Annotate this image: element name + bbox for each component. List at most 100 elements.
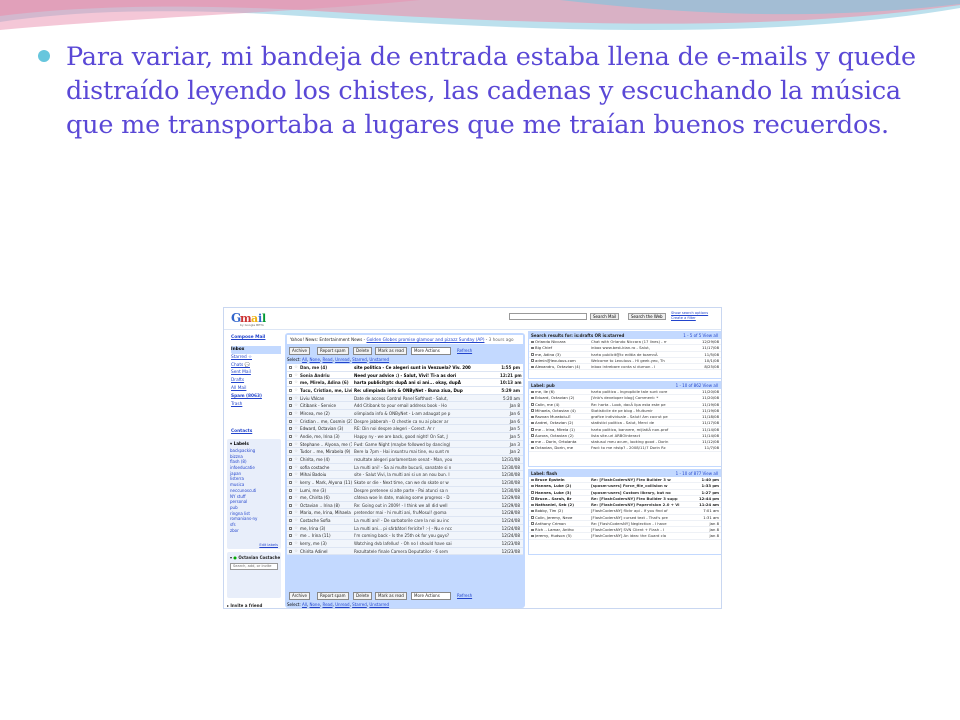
star-icon[interactable]: ☆ (294, 433, 298, 440)
star-icon[interactable]: ☆ (294, 509, 298, 516)
star-icon[interactable]: ☆ (294, 395, 298, 402)
row-checkbox[interactable] (531, 359, 534, 362)
panel-row[interactable]: Jeremy, Hudson (5) [FlashCodersNY] An ide… (529, 533, 721, 540)
star-icon[interactable]: ☆ (294, 402, 298, 409)
select-all-link[interactable]: All (302, 602, 307, 607)
report-spam-button[interactable]: Report spam (317, 347, 349, 355)
message-row[interactable]: ☆ Lumi, me (3) Despre pretenee si alte par… (287, 486, 523, 495)
message-row[interactable]: ☆ Stephane .. Alyona, me (10) Fwd: Game Ni… (287, 440, 523, 449)
row-checkbox[interactable] (531, 403, 534, 406)
message-row[interactable]: ☆ Mircea, me (2) olimpiada info & ONByNet … (287, 409, 523, 418)
message-row[interactable]: ☆ kerry, me (3) Watching dvb lafellus! - O… (287, 540, 523, 548)
refresh-link[interactable]: Refresh (457, 593, 472, 599)
select-none-link[interactable]: None (309, 357, 319, 362)
row-checkbox[interactable] (289, 488, 292, 492)
row-checkbox[interactable] (289, 404, 292, 408)
star-icon[interactable]: ☆ (294, 471, 298, 478)
message-row[interactable]: ☆ me, Chirita (6) câteva woe în date, maki… (287, 494, 523, 502)
select-starred-link[interactable]: Starred (352, 357, 367, 362)
label-item[interactable]: zbor (230, 528, 257, 534)
row-checkbox[interactable] (289, 465, 292, 469)
message-row[interactable]: ☆ Cristian .. me, Cosmin (21) Despre jabbe… (287, 417, 523, 426)
star-icon[interactable]: ☆ (294, 464, 298, 471)
nav-item-trash[interactable]: Trash (231, 401, 281, 409)
message-row[interactable]: ☆ Liviu Vâlcan Date de access Control Pane… (287, 394, 523, 403)
panel-count[interactable]: 1 - 10 of 877 View all (676, 470, 718, 477)
row-checkbox[interactable] (531, 446, 534, 450)
contacts-link[interactable]: Contacts (231, 429, 252, 434)
mark-read-button[interactable]: Mark as read (375, 592, 407, 600)
row-checkbox[interactable] (289, 519, 292, 523)
mark-read-button[interactable]: Mark as read (375, 347, 407, 355)
chat-search-input[interactable]: Search, add, or invite (230, 563, 278, 570)
panel-row[interactable]: Octavian, Dorin, me Fwd: to me ntstp? - 2… (529, 445, 721, 452)
star-icon[interactable]: ☆ (294, 387, 298, 394)
select-none-link[interactable]: None (309, 602, 319, 607)
panel-count[interactable]: 1 - 5 of 5 View all (683, 332, 718, 339)
select-unstarred-link[interactable]: Unstarred (369, 602, 389, 607)
search-input[interactable] (509, 313, 587, 320)
message-row[interactable]: ☆ me .. Irina (11) I'm coming back - Is th… (287, 532, 523, 541)
star-icon[interactable]: ☆ (294, 494, 298, 501)
message-row[interactable]: ☆ Mihai Badoiu site - Salut Vivi, la multi… (287, 471, 523, 479)
star-icon[interactable]: ☆ (294, 448, 298, 455)
nav-item-chats[interactable]: Chats 💬 (231, 362, 281, 370)
select-unread-link[interactable]: Unread (335, 357, 349, 362)
labels-header[interactable]: ▾ Labels (230, 441, 249, 446)
message-row[interactable]: ☆ Chirita, me (4) rezultate alegeri parlam… (287, 455, 523, 464)
row-checkbox[interactable] (289, 388, 292, 392)
message-row[interactable]: ☆ Edward, Octavian (3) RE: Din noi despre … (287, 425, 523, 433)
nav-item-starred[interactable]: Starred ☆ (231, 354, 281, 362)
star-icon[interactable]: ☆ (294, 372, 298, 379)
label-item[interactable]: backpacking (230, 448, 257, 454)
row-checkbox[interactable] (289, 442, 292, 446)
row-checkbox[interactable] (531, 415, 534, 419)
star-icon[interactable]: ☆ (294, 532, 298, 539)
message-row[interactable]: ☆Tucu, Cristian, me, Liviu (4)Re: ulimpi… (287, 386, 523, 395)
star-icon[interactable]: ☆ (294, 425, 298, 432)
row-checkbox[interactable] (289, 549, 292, 553)
row-checkbox[interactable] (531, 409, 534, 412)
message-row[interactable]: ☆ kerry .. Mark, Alyona (11) Skate or die … (287, 478, 523, 487)
message-row[interactable]: ☆ sofia costache La multi ani! - Sa ai mul… (287, 463, 523, 472)
row-checkbox[interactable] (531, 340, 534, 344)
panel-row[interactable]: Alexandru, Octavian (4) inbox intrebare c… (529, 364, 721, 371)
select-starred-link[interactable]: Starred (352, 602, 367, 607)
row-checkbox[interactable] (289, 496, 292, 500)
star-icon[interactable]: ☆ (294, 540, 298, 547)
row-checkbox[interactable] (289, 457, 292, 461)
row-checkbox[interactable] (289, 534, 292, 538)
select-unstarred-link[interactable]: Unstarred (369, 357, 389, 362)
nav-item-spam[interactable]: Spam (8063) (231, 393, 281, 401)
message-row[interactable]: ☆ Dan, me (4) site politica - Ce alegeri s… (287, 364, 523, 372)
select-read-link[interactable]: Read (322, 357, 332, 362)
message-row[interactable]: ☆ Tudor .. me, Mirabela (9) Bere la 7pm - … (287, 448, 523, 456)
search-mail-button[interactable]: Search Mail (590, 313, 620, 320)
row-checkbox[interactable] (531, 509, 534, 513)
more-actions-select[interactable]: More Actions (411, 592, 451, 600)
star-icon[interactable]: ☆ (294, 548, 298, 555)
message-row[interactable]: ☆ me, Irina (3) La multi ani... pi sãrbãto… (287, 524, 523, 533)
search-web-button[interactable]: Search the Web (628, 313, 666, 320)
nav-item-all-mail[interactable]: All Mail (231, 385, 281, 393)
row-checkbox[interactable] (289, 427, 292, 431)
row-checkbox[interactable] (531, 396, 534, 400)
star-icon[interactable]: ☆ (294, 364, 298, 371)
row-checkbox[interactable] (289, 396, 292, 400)
row-checkbox[interactable] (289, 373, 292, 377)
row-checkbox[interactable] (531, 534, 534, 538)
row-checkbox[interactable] (531, 497, 534, 500)
report-spam-button[interactable]: Report spam (317, 592, 349, 600)
row-checkbox[interactable] (531, 484, 534, 488)
row-checkbox[interactable] (289, 473, 292, 477)
message-row[interactable]: ☆Maria, me, Irina, Mihaela (4)pretendor … (287, 509, 523, 518)
row-checkbox[interactable] (531, 434, 534, 437)
row-checkbox[interactable] (289, 511, 292, 515)
row-checkbox[interactable] (289, 419, 292, 423)
row-checkbox[interactable] (289, 366, 292, 369)
more-actions-select[interactable]: More Actions (411, 347, 451, 355)
nav-item-drafts[interactable]: Drafts (231, 377, 281, 385)
star-icon[interactable]: ☆ (294, 525, 298, 532)
archive-button[interactable]: Archive (289, 592, 310, 600)
row-checkbox[interactable] (531, 421, 534, 425)
